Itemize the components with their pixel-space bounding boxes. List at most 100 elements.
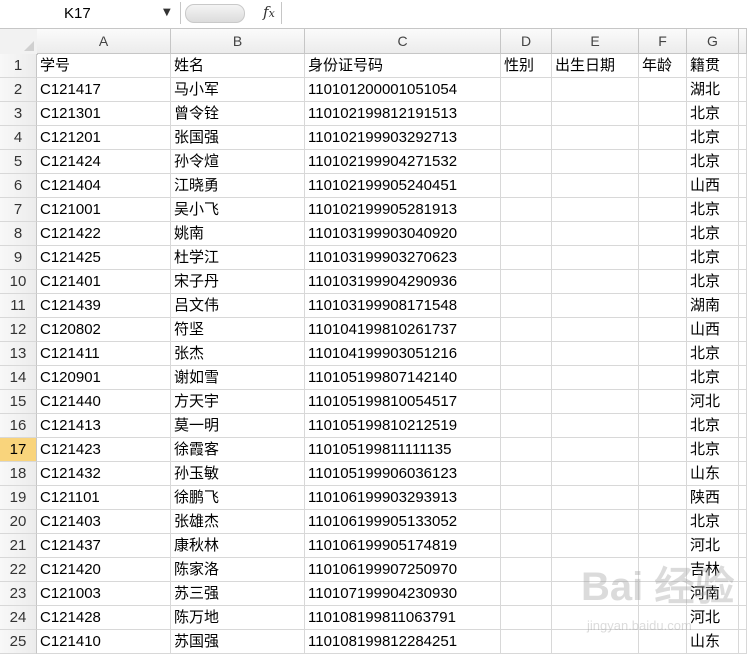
cell-c24[interactable]: 110108199811063791: [305, 606, 501, 630]
cell-a20[interactable]: C121403: [37, 510, 171, 534]
cell-b22[interactable]: 陈家洛: [171, 558, 305, 582]
cell-e13[interactable]: [552, 342, 639, 366]
cell-h25[interactable]: [739, 630, 747, 654]
cell-a3[interactable]: C121301: [37, 102, 171, 126]
cell-g11[interactable]: 湖南: [687, 294, 739, 318]
cell-g14[interactable]: 北京: [687, 366, 739, 390]
cell-b5[interactable]: 孙令煊: [171, 150, 305, 174]
row-header-3[interactable]: 3: [0, 102, 37, 126]
cell-f5[interactable]: [639, 150, 687, 174]
cell-e21[interactable]: [552, 534, 639, 558]
cell-b2[interactable]: 马小军: [171, 78, 305, 102]
cell-b23[interactable]: 苏三强: [171, 582, 305, 606]
cell-a19[interactable]: C121101: [37, 486, 171, 510]
cell-e6[interactable]: [552, 174, 639, 198]
cell-c3[interactable]: 110102199812191513: [305, 102, 501, 126]
cell-e11[interactable]: [552, 294, 639, 318]
cell-d14[interactable]: [501, 366, 552, 390]
cell-c17[interactable]: 110105199811111135: [305, 438, 501, 462]
cell-f14[interactable]: [639, 366, 687, 390]
cell-g7[interactable]: 北京: [687, 198, 739, 222]
cell-d5[interactable]: [501, 150, 552, 174]
cell-f20[interactable]: [639, 510, 687, 534]
cell-b7[interactable]: 吴小飞: [171, 198, 305, 222]
cell-a12[interactable]: C120802: [37, 318, 171, 342]
cell-a10[interactable]: C121401: [37, 270, 171, 294]
cell-e3[interactable]: [552, 102, 639, 126]
cell-d16[interactable]: [501, 414, 552, 438]
cell-a13[interactable]: C121411: [37, 342, 171, 366]
cell-b10[interactable]: 宋子丹: [171, 270, 305, 294]
cell-b4[interactable]: 张国强: [171, 126, 305, 150]
column-header-b[interactable]: B: [171, 29, 305, 54]
cell-f13[interactable]: [639, 342, 687, 366]
cell-d24[interactable]: [501, 606, 552, 630]
row-header-5[interactable]: 5: [0, 150, 37, 174]
cell-a5[interactable]: C121424: [37, 150, 171, 174]
cell-b18[interactable]: 孙玉敏: [171, 462, 305, 486]
cell-a8[interactable]: C121422: [37, 222, 171, 246]
cell-d13[interactable]: [501, 342, 552, 366]
cell-e17[interactable]: [552, 438, 639, 462]
cell-d11[interactable]: [501, 294, 552, 318]
cell-f17[interactable]: [639, 438, 687, 462]
cell-h21[interactable]: [739, 534, 747, 558]
row-header-19[interactable]: 19: [0, 486, 37, 510]
cell-a9[interactable]: C121425: [37, 246, 171, 270]
cell-d2[interactable]: [501, 78, 552, 102]
column-header-g[interactable]: G: [687, 29, 739, 54]
cell-a14[interactable]: C120901: [37, 366, 171, 390]
cell-e15[interactable]: [552, 390, 639, 414]
cell-c25[interactable]: 110108199812284251: [305, 630, 501, 654]
cell-g15[interactable]: 河北: [687, 390, 739, 414]
cell-a4[interactable]: C121201: [37, 126, 171, 150]
cell-d9[interactable]: [501, 246, 552, 270]
row-header-1[interactable]: 1: [0, 54, 37, 78]
cell-c22[interactable]: 110106199907250970: [305, 558, 501, 582]
cell-g20[interactable]: 北京: [687, 510, 739, 534]
cell-c6[interactable]: 110102199905240451: [305, 174, 501, 198]
cell-h7[interactable]: [739, 198, 747, 222]
cell-h22[interactable]: [739, 558, 747, 582]
cell-h20[interactable]: [739, 510, 747, 534]
column-header-c[interactable]: C: [305, 29, 501, 54]
cell-a2[interactable]: C121417: [37, 78, 171, 102]
row-header-24[interactable]: 24: [0, 606, 37, 630]
cell-b16[interactable]: 莫一明: [171, 414, 305, 438]
cell-a24[interactable]: C121428: [37, 606, 171, 630]
cell-e24[interactable]: [552, 606, 639, 630]
cell-g24[interactable]: 河北: [687, 606, 739, 630]
cell-c1[interactable]: 身份证号码: [305, 54, 501, 78]
cell-f12[interactable]: [639, 318, 687, 342]
cell-b15[interactable]: 方天宇: [171, 390, 305, 414]
row-header-23[interactable]: 23: [0, 582, 37, 606]
row-header-25[interactable]: 25: [0, 630, 37, 654]
cell-g12[interactable]: 山西: [687, 318, 739, 342]
cell-e8[interactable]: [552, 222, 639, 246]
cell-c9[interactable]: 110103199903270623: [305, 246, 501, 270]
cell-g8[interactable]: 北京: [687, 222, 739, 246]
cell-b12[interactable]: 符坚: [171, 318, 305, 342]
cell-f11[interactable]: [639, 294, 687, 318]
cell-b21[interactable]: 康秋林: [171, 534, 305, 558]
cell-d12[interactable]: [501, 318, 552, 342]
cell-f3[interactable]: [639, 102, 687, 126]
cell-b13[interactable]: 张杰: [171, 342, 305, 366]
cell-g17[interactable]: 北京: [687, 438, 739, 462]
row-header-11[interactable]: 11: [0, 294, 37, 318]
cell-e14[interactable]: [552, 366, 639, 390]
cell-g6[interactable]: 山西: [687, 174, 739, 198]
cell-h2[interactable]: [739, 78, 747, 102]
row-header-14[interactable]: 14: [0, 366, 37, 390]
cell-g3[interactable]: 北京: [687, 102, 739, 126]
cell-e16[interactable]: [552, 414, 639, 438]
cell-f18[interactable]: [639, 462, 687, 486]
column-header-f[interactable]: F: [639, 29, 687, 54]
cell-a1[interactable]: 学号: [37, 54, 171, 78]
cell-h18[interactable]: [739, 462, 747, 486]
row-header-9[interactable]: 9: [0, 246, 37, 270]
cell-b1[interactable]: 姓名: [171, 54, 305, 78]
row-header-12[interactable]: 12: [0, 318, 37, 342]
cell-d7[interactable]: [501, 198, 552, 222]
cell-c23[interactable]: 110107199904230930: [305, 582, 501, 606]
